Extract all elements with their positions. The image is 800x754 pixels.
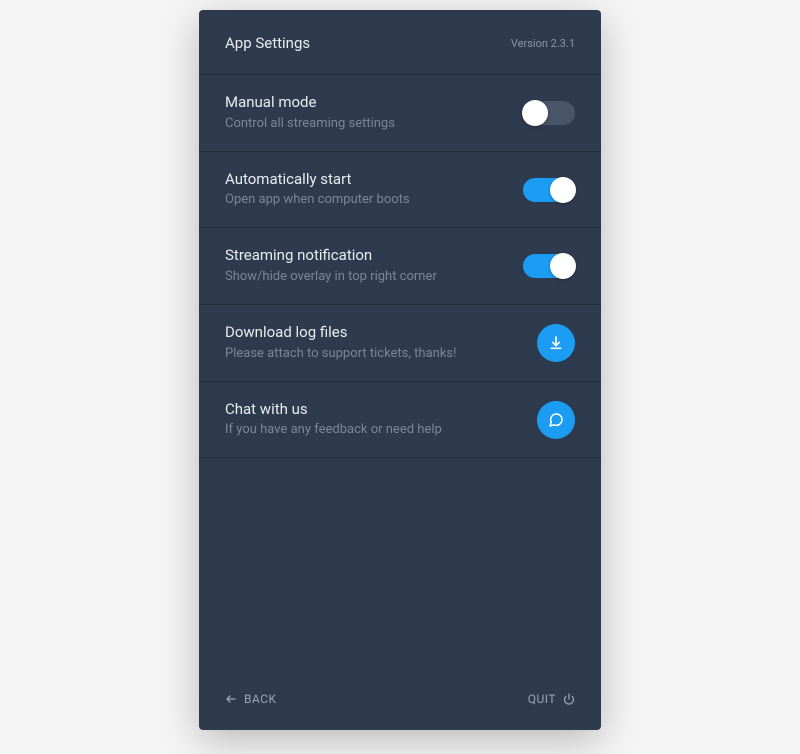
row-subtitle: Control all streaming settings (225, 115, 507, 133)
row-download-logs: Download log files Please attach to supp… (199, 304, 601, 381)
row-title: Download log files (225, 323, 521, 343)
row-text: Chat with us If you have any feedback or… (225, 400, 521, 440)
toggle-knob (550, 177, 576, 203)
row-subtitle: Please attach to support tickets, thanks… (225, 345, 521, 363)
auto-start-toggle[interactable] (523, 178, 575, 202)
row-title: Streaming notification (225, 246, 507, 266)
toggle-knob (522, 100, 548, 126)
spacer (199, 457, 601, 672)
page-title: App Settings (225, 34, 310, 52)
arrow-left-icon (225, 693, 237, 705)
manual-mode-toggle[interactable] (523, 101, 575, 125)
chat-icon (548, 412, 564, 428)
row-subtitle: If you have any feedback or need help (225, 421, 521, 439)
row-title: Chat with us (225, 400, 521, 420)
power-icon (563, 693, 575, 705)
settings-list: Manual mode Control all streaming settin… (199, 74, 601, 457)
row-control (523, 254, 575, 278)
stream-notification-toggle[interactable] (523, 254, 575, 278)
back-button[interactable]: BACK (225, 692, 277, 706)
download-logs-button[interactable] (537, 324, 575, 362)
back-label: BACK (244, 692, 277, 706)
row-subtitle: Open app when computer boots (225, 191, 507, 209)
row-text: Download log files Please attach to supp… (225, 323, 521, 363)
chat-button[interactable] (537, 401, 575, 439)
version-label: Version 2.3.1 (511, 37, 575, 50)
header: App Settings Version 2.3.1 (199, 10, 601, 74)
toggle-knob (550, 253, 576, 279)
footer: BACK QUIT (199, 672, 601, 730)
quit-button[interactable]: QUIT (528, 692, 575, 706)
row-text: Streaming notification Show/hide overlay… (225, 246, 507, 286)
row-title: Automatically start (225, 170, 507, 190)
row-auto-start: Automatically start Open app when comput… (199, 151, 601, 228)
row-control (537, 401, 575, 439)
quit-label: QUIT (528, 692, 556, 706)
settings-panel: App Settings Version 2.3.1 Manual mode C… (199, 10, 601, 730)
row-manual-mode: Manual mode Control all streaming settin… (199, 74, 601, 151)
row-subtitle: Show/hide overlay in top right corner (225, 268, 507, 286)
row-control (523, 178, 575, 202)
row-text: Automatically start Open app when comput… (225, 170, 507, 210)
row-chat: Chat with us If you have any feedback or… (199, 381, 601, 458)
row-control (537, 324, 575, 362)
row-text: Manual mode Control all streaming settin… (225, 93, 507, 133)
row-title: Manual mode (225, 93, 507, 113)
download-icon (548, 335, 564, 351)
row-control (523, 101, 575, 125)
row-stream-notification: Streaming notification Show/hide overlay… (199, 227, 601, 304)
